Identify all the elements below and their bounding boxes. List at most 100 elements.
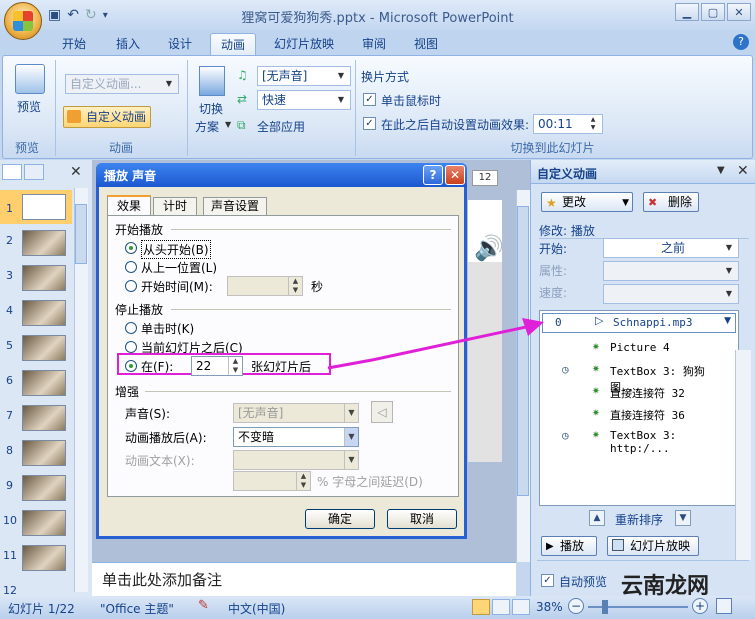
list-item[interactable]: ✷ Picture 4: [540, 337, 730, 359]
slide-thumbnail[interactable]: [22, 230, 66, 256]
slide-thumbnail[interactable]: [22, 440, 66, 466]
tab-slideshow[interactable]: 幻灯片放映: [264, 33, 344, 56]
notes-pane[interactable]: 单击此处添加备注: [92, 562, 516, 596]
slide-thumbnail[interactable]: [22, 370, 66, 396]
close-icon[interactable]: ✕: [727, 3, 751, 21]
apply-all-button[interactable]: 全部应用: [257, 118, 305, 135]
office-logo-icon: [13, 11, 33, 31]
cancel-button[interactable]: 取消: [387, 509, 457, 529]
maximize-icon[interactable]: ▢: [701, 3, 725, 21]
from-beginning-radio[interactable]: [125, 242, 137, 254]
zoom-slider-thumb[interactable]: [602, 600, 608, 614]
auto-time-input[interactable]: 00:11 ▲ ▼: [533, 114, 603, 134]
scheme-label[interactable]: 方案: [195, 118, 219, 135]
on-click-checkbox[interactable]: ✓: [363, 93, 376, 106]
tab-design[interactable]: 设计: [158, 33, 202, 56]
theme-name: "Office 主题": [100, 602, 174, 616]
transition-sound-combo[interactable]: [无声音] ▼: [257, 66, 351, 86]
stop-after-input[interactable]: 22 ▲ ▼: [191, 356, 243, 376]
preview-button[interactable]: 预览: [17, 98, 41, 115]
close-icon[interactable]: ✕: [445, 165, 465, 185]
slide-thumbnail[interactable]: [22, 405, 66, 431]
help-icon[interactable]: ?: [423, 165, 443, 185]
move-up-icon[interactable]: ▲: [589, 510, 605, 526]
tab-timing[interactable]: 计时: [153, 197, 197, 215]
list-item[interactable]: ◷ ✷ TextBox 3: http:/...: [540, 425, 730, 455]
slides-tab-icon[interactable]: [2, 164, 22, 180]
tab-effect[interactable]: 效果: [107, 195, 151, 215]
scrollbar-thumb[interactable]: [75, 204, 87, 264]
scrollbar-thumb[interactable]: [517, 206, 529, 496]
zoom-level[interactable]: 38%: [536, 600, 563, 614]
slide-thumbnail[interactable]: [22, 265, 66, 291]
preview-group-label: 预览: [15, 141, 40, 155]
spellcheck-icon[interactable]: ✎: [198, 598, 209, 613]
auto-preview-checkbox[interactable]: ✓: [541, 574, 554, 587]
chevron-down-icon[interactable]: ▼: [724, 316, 731, 326]
start-time-radio[interactable]: [125, 280, 137, 292]
tab-view[interactable]: 视图: [404, 33, 448, 56]
slide-thumbnail[interactable]: [22, 475, 66, 501]
fit-window-icon[interactable]: [716, 598, 732, 614]
office-button[interactable]: [4, 2, 42, 40]
on-click-radio[interactable]: [125, 322, 137, 334]
status-bar: 幻灯片 1/22 "Office 主题" ✎ 中文(中国) 38% − +: [0, 596, 755, 619]
speaker-icon[interactable]: 🔊: [474, 234, 504, 262]
slide-thumbnail[interactable]: [22, 335, 66, 361]
list-item[interactable]: ✷ 直接连接符 36: [540, 403, 730, 425]
tab-review[interactable]: 审阅: [352, 33, 396, 56]
delete-button[interactable]: 删除 ✖: [643, 192, 699, 212]
change-button[interactable]: 更改 ★ ▼: [541, 192, 633, 212]
move-down-icon[interactable]: ▼: [675, 510, 691, 526]
auto-after-checkbox[interactable]: ✓: [363, 117, 376, 130]
zoom-in-icon[interactable]: +: [692, 598, 708, 614]
pane-menu-icon[interactable]: ▼: [717, 165, 725, 176]
after-slides-radio[interactable]: [125, 360, 137, 372]
list-item[interactable]: ✷ 直接连接符 32: [540, 381, 730, 403]
slideshow-button[interactable]: 幻灯片放映: [607, 536, 699, 556]
zoom-out-icon[interactable]: −: [568, 598, 584, 614]
after-current-slide-radio[interactable]: [125, 341, 137, 353]
minimize-icon[interactable]: ▁: [675, 3, 699, 21]
tab-home[interactable]: 开始: [52, 33, 96, 56]
slide-number: 3: [6, 269, 13, 282]
chevron-down-icon[interactable]: ▼: [344, 428, 358, 446]
spin-icon[interactable]: ▲ ▼: [228, 357, 242, 375]
tab-sound-settings[interactable]: 声音设置: [203, 197, 267, 215]
start-combo[interactable]: 之前 ▼: [603, 238, 739, 258]
close-icon[interactable]: ✕: [737, 163, 749, 179]
spin-icon[interactable]: ▲ ▼: [586, 116, 600, 132]
tab-insert[interactable]: 插入: [106, 33, 150, 56]
slideshow-view-icon[interactable]: [512, 599, 530, 615]
play-button[interactable]: ▶ 播放: [541, 536, 597, 556]
after-animation-select[interactable]: 不变暗 ▼: [233, 427, 359, 447]
slide-thumbnail[interactable]: [22, 545, 66, 571]
normal-view-icon[interactable]: [472, 599, 490, 615]
sorter-view-icon[interactable]: [492, 599, 510, 615]
custom-animation-label: 自定义动画: [86, 110, 147, 124]
list-scrollbar[interactable]: [735, 350, 751, 560]
clock-icon: ◷: [562, 363, 569, 376]
switch-label[interactable]: 切换: [199, 100, 223, 117]
slide-number: 11: [3, 549, 17, 562]
slides-panel: ✕ 1 2 3 4 5 6 7 8 9 10 11 12: [0, 160, 92, 597]
selected-list-item[interactable]: 0 ▷ Schnappi.mp3 ▼: [542, 313, 736, 333]
scheme-dropdown-icon[interactable]: ▼: [225, 120, 231, 129]
transition-speed-combo[interactable]: 快速 ▼: [257, 90, 351, 110]
close-icon[interactable]: ✕: [70, 164, 82, 180]
slide-number-indicator: 12: [472, 170, 498, 186]
delete-button-label: 删除: [668, 195, 693, 209]
ok-button[interactable]: 确定: [305, 509, 375, 529]
slide-thumbnail[interactable]: [22, 194, 66, 220]
dialog-title-bar: 播放 声音: [96, 163, 467, 187]
slide-number: 7: [6, 409, 13, 422]
slide-thumbnail[interactable]: [22, 300, 66, 326]
outline-tab-icon[interactable]: [24, 164, 44, 180]
from-last-position-radio[interactable]: [125, 261, 137, 273]
reorder-label: 重新排序: [615, 513, 664, 527]
tab-animation[interactable]: 动画: [210, 33, 257, 56]
slide-thumbnail[interactable]: [22, 510, 66, 536]
divider: [171, 309, 451, 310]
help-icon[interactable]: ?: [733, 34, 749, 50]
list-item[interactable]: ◷ ✷ TextBox 3: 狗狗图...: [540, 359, 730, 394]
